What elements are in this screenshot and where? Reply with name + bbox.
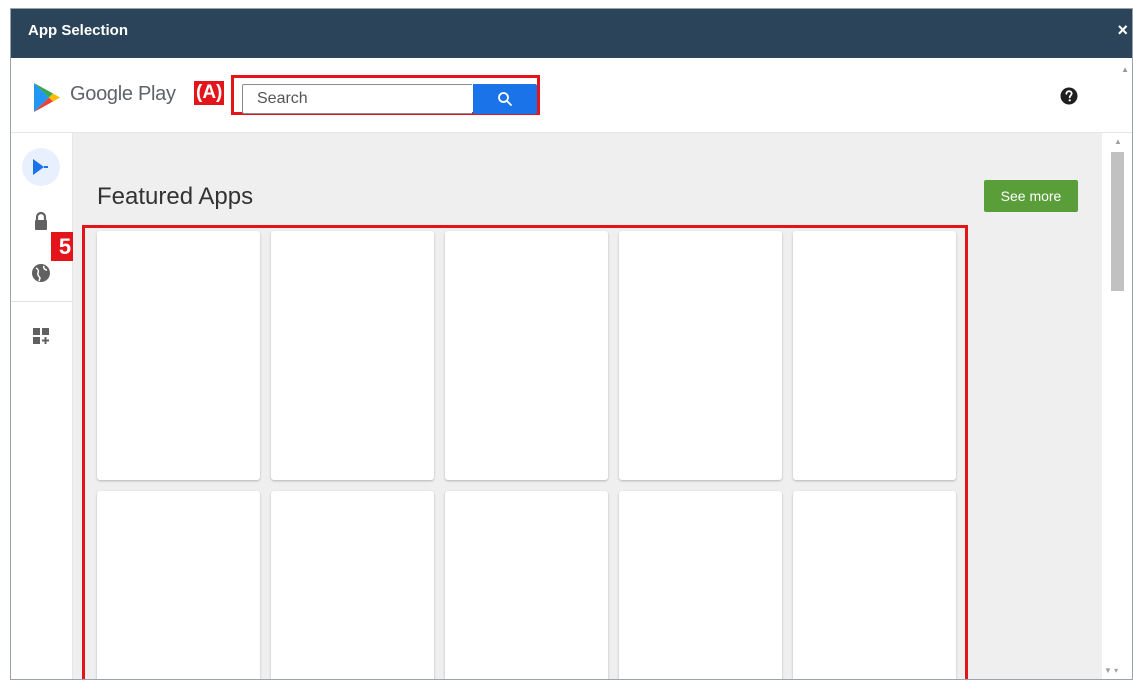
search-highlight-box <box>231 75 540 115</box>
scroll-up-arrow-icon[interactable]: ▲ <box>1121 65 1129 74</box>
lock-icon <box>35 211 47 230</box>
app-selection-dialog: App Selection × Google Play (A) Search ▲… <box>10 8 1133 680</box>
apps-grid-highlight-box <box>82 225 968 679</box>
featured-apps-panel: Featured Apps See more <box>73 133 1102 679</box>
see-more-button[interactable]: See more <box>984 180 1078 212</box>
help-icon[interactable] <box>1060 87 1078 110</box>
search-button[interactable] <box>473 84 537 114</box>
sidebar-nav: 5 <box>11 133 79 679</box>
sidebar-divider <box>11 301 72 302</box>
widgets-add-icon <box>33 328 49 344</box>
dialog-titlebar: App Selection × <box>11 9 1132 58</box>
store-header: Google Play (A) ▲ <box>11 58 1132 133</box>
google-play-wordmark: Google Play <box>70 83 176 105</box>
google-play-logo-icon <box>33 82 61 118</box>
scroll-down-arrow-icon[interactable]: ▼ ▾ <box>1104 666 1118 675</box>
search-icon <box>498 92 512 106</box>
sidebar-item-layout[interactable] <box>22 317 60 355</box>
vertical-scrollbar[interactable]: ▲ ▼ ▾ <box>1102 133 1132 679</box>
globe-icon <box>32 264 50 282</box>
section-heading: Featured Apps <box>97 183 254 210</box>
dialog-title: App Selection <box>28 22 129 39</box>
annotation-label-a: (A) <box>194 81 225 105</box>
sidebar-item-play[interactable] <box>22 148 60 186</box>
scroll-up-arrow-icon[interactable]: ▲ <box>1114 137 1122 146</box>
search-input[interactable] <box>242 84 472 114</box>
play-store-icon <box>33 159 48 175</box>
close-icon[interactable]: × <box>1117 20 1128 41</box>
scrollbar-thumb[interactable] <box>1111 152 1124 291</box>
